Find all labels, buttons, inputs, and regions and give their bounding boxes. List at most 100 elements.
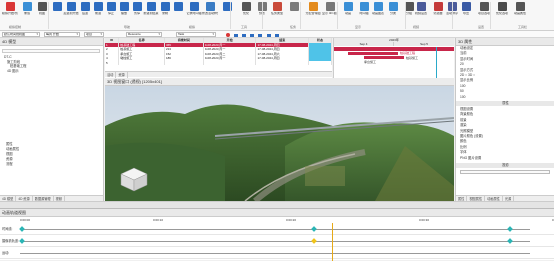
- ribbon-icon: [433, 2, 443, 11]
- table-row[interactable]: 5: [105, 60, 332, 65]
- ribbon-button[interactable]: 任务类型: [269, 2, 285, 23]
- property-item[interactable]: PNG 图片设置: [456, 156, 554, 161]
- period-combo[interactable]: 每周 开始: [44, 32, 80, 37]
- property-list: 视图设置 背景颜色 前景 渲染 光照模型 图片颜色 (设置) 颜色 比例 字体 PNG 图片设置: [456, 107, 554, 161]
- list-item[interactable]: 流程: [2, 162, 100, 167]
- status-bar: [0, 201, 554, 208]
- record-icon[interactable]: [226, 33, 230, 37]
- left-bottom-list: 属性 动画属性 视图 资源 流程: [2, 142, 100, 167]
- timeline-track[interactable]: 运动:: [0, 247, 554, 259]
- timeline-track[interactable]: 时间线:: [0, 223, 554, 235]
- ribbon-icon: [146, 2, 156, 11]
- ribbon-button[interactable]: 分类: [385, 2, 401, 23]
- ribbon-icon: [461, 2, 471, 11]
- 3d-viewport[interactable]: 3D 视图窗口 (透视) [1205x401]: [105, 78, 454, 201]
- time-ruler[interactable]: 0:00:000:00:100:00:200:00:300:00:40: [20, 218, 554, 222]
- ribbon-button[interactable]: 优化选项: [494, 2, 510, 23]
- ribbon-button[interactable]: [170, 2, 186, 23]
- ribbon-icon: [308, 2, 318, 11]
- ribbon-group-label: 导航: [124, 25, 131, 29]
- left-panel-title: 4D 模型: [0, 38, 103, 46]
- ribbon-group-label: 设置: [478, 25, 485, 29]
- ribbon-button-label: 记录时间轴: [186, 12, 202, 15]
- ribbon-icon: [479, 2, 489, 11]
- table-tabs: 活动 资源: [105, 71, 332, 78]
- task-combo[interactable]: Task: [176, 32, 216, 37]
- ribbon-icon: [173, 2, 183, 11]
- ribbon-button-label: 视频设置: [414, 12, 427, 15]
- keyframe[interactable]: [507, 238, 513, 244]
- tree-item[interactable]: 4D 图示: [2, 69, 100, 74]
- view-combo[interactable]: 默认时间线视图: [2, 32, 40, 37]
- gantt-bar[interactable]: [348, 52, 398, 55]
- ribbon-button-label: 导出: [462, 12, 469, 15]
- table-cell: [164, 60, 204, 65]
- keyframe[interactable]: [311, 238, 317, 244]
- timeline-track[interactable]: 摄像机轨道:: [0, 235, 554, 247]
- ribbon-group-label: 工具: [241, 25, 248, 29]
- gantt-chart: 2023年 Sep 4 Sep 5 桩基础工程 桩基施工 承台施工: [333, 38, 454, 78]
- ribbon-button-label: 模拟开始/暂停: [2, 12, 18, 15]
- ribbon-icon: [93, 2, 103, 11]
- gantt-bar[interactable]: [364, 56, 404, 59]
- ribbon-button-label: 分类: [389, 12, 396, 15]
- ribbon-button[interactable]: 重载: [19, 2, 35, 23]
- property-rows: 动画设定 当前 显示时间 20 显示方式 2D ○ 3D ○ 显示比例 100 50 100: [456, 46, 554, 100]
- time-tick: 0:00:20: [286, 218, 297, 222]
- track-line: [20, 241, 530, 242]
- section-properties[interactable]: 属性: [456, 101, 554, 106]
- ribbon-button[interactable]: 优化: [238, 2, 254, 23]
- ribbon-button[interactable]: 显示 4D 模拟: [322, 2, 338, 23]
- resource-combo[interactable]: Resource: [126, 32, 162, 37]
- track-line: [20, 229, 530, 230]
- table-cell: [203, 60, 257, 65]
- ribbon-button[interactable]: 模拟开始/暂停: [2, 2, 18, 23]
- gantt-label: 承台施工: [364, 60, 377, 64]
- gantt-cursor[interactable]: [436, 47, 437, 78]
- ribbon-group-label: 视频: [413, 25, 420, 29]
- section-projection[interactable]: 投影: [456, 163, 554, 168]
- ribbon-icon: [359, 2, 369, 11]
- playhead[interactable]: [332, 223, 333, 261]
- track-label: 时间线:: [2, 227, 13, 231]
- gantt-week2: Sep 5: [394, 42, 454, 46]
- keyframe[interactable]: [311, 226, 317, 232]
- ribbon-icon: [515, 2, 525, 11]
- ribbon-button[interactable]: 修改活动样式: [202, 2, 218, 23]
- ribbon-button[interactable]: 动画: [340, 2, 356, 23]
- keyframe[interactable]: [19, 226, 25, 232]
- view-cube-icon[interactable]: [119, 166, 149, 192]
- ribbon-button[interactable]: [219, 2, 235, 23]
- ribbon-button-label: 优化选项: [495, 12, 508, 15]
- ribbon-button[interactable]: 记录时间轴: [186, 2, 202, 23]
- table-cell: [255, 60, 310, 65]
- time-tick: 0:00:30: [419, 218, 430, 222]
- left-panel: 4D 模型 DT-C 施工阶段 桩基础工程 4D 图示 属性 动画属性 视图 资…: [0, 38, 104, 202]
- gantt-label: 桩基施工: [406, 56, 419, 60]
- ribbon-button[interactable]: 动画图表: [370, 2, 386, 23]
- projection-combo[interactable]: [460, 170, 550, 174]
- secondary-toolbar: 默认时间线视图 每周 开始 项目 Resource Task: [0, 31, 554, 38]
- ribbon-icon: [289, 2, 299, 11]
- ribbon-separator: [337, 2, 338, 29]
- ribbon-group-label: 任务: [290, 25, 297, 29]
- ribbon-button-label: 动画图表: [371, 12, 384, 15]
- table-cell: 5: [105, 60, 120, 65]
- ribbon-icon: [272, 2, 282, 11]
- ribbon-button[interactable]: 导出: [458, 2, 474, 23]
- ribbon-group-label: 工具栏: [518, 25, 528, 29]
- property-row[interactable]: 100: [456, 95, 554, 100]
- ribbon-group-label: 显示: [355, 25, 362, 29]
- ribbon-button[interactable]: 动画属性: [512, 2, 528, 23]
- status-cell: [308, 60, 332, 65]
- left-search-input[interactable]: [2, 49, 100, 53]
- keyframe[interactable]: [507, 226, 513, 232]
- left-tree: DT-C 施工阶段 桩基础工程 4D 图示: [2, 55, 100, 73]
- project-combo[interactable]: 项目: [84, 32, 104, 37]
- animation-timeline: 动画轨道视图 0:00:000:00:100:00:200:00:300:00:…: [0, 208, 554, 261]
- ribbon-button[interactable]: 分配甘特图: [305, 2, 321, 23]
- ribbon-icon: [497, 2, 507, 11]
- keyframe[interactable]: [19, 238, 25, 244]
- ribbon-button[interactable]: 视频设置: [413, 2, 429, 23]
- ribbon-separator: [48, 2, 49, 29]
